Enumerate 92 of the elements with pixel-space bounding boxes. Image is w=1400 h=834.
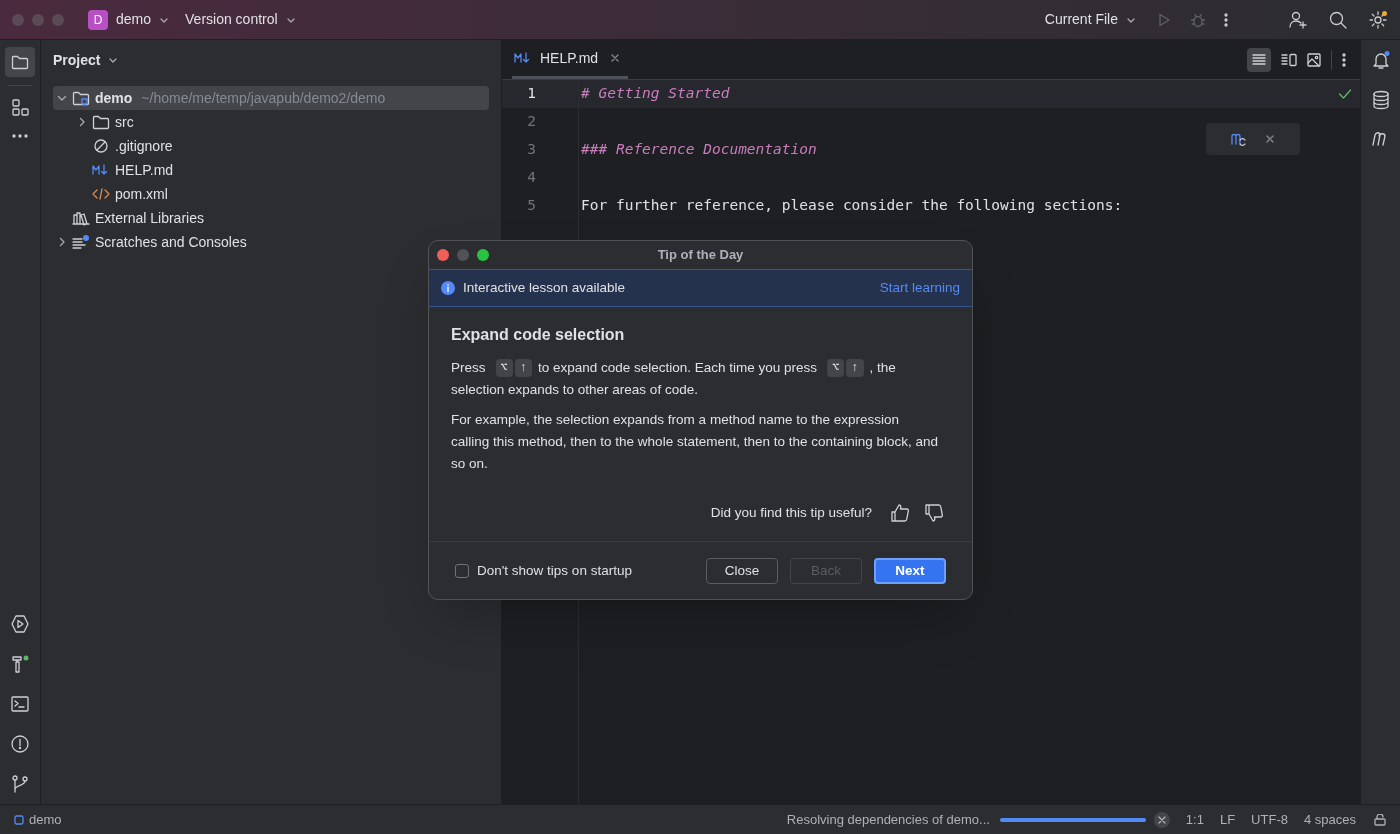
more-icon[interactable]: [1224, 11, 1228, 28]
window-control[interactable]: [437, 249, 449, 261]
window-control[interactable]: [477, 249, 489, 261]
code-line: # Getting Started: [581, 84, 730, 104]
tree-item[interactable]: pom.xml: [53, 182, 489, 206]
editor-view-button[interactable]: [1247, 47, 1271, 72]
folder-icon: [72, 90, 90, 106]
next-button[interactable]: Next: [874, 557, 946, 584]
thumbs-up-icon[interactable]: [890, 503, 910, 524]
build-icon[interactable]: [10, 654, 30, 674]
tree-label: pom.xml: [115, 184, 168, 204]
folder-icon: [92, 114, 110, 130]
more-icon[interactable]: [12, 134, 28, 138]
status-item[interactable]: LF: [1219, 809, 1236, 830]
status-item[interactable]: 4 spaces: [1303, 809, 1356, 830]
info-icon: [441, 281, 455, 295]
check-icon: [1338, 88, 1352, 100]
structure-icon[interactable]: [11, 98, 29, 116]
banner-text: Interactive lesson available: [463, 278, 627, 297]
terminal-icon[interactable]: [10, 694, 30, 714]
feedback-question: Did you find this tip useful?: [710, 504, 872, 522]
status-item[interactable]: UTF-8: [1251, 809, 1288, 830]
tree-item[interactable]: demo ~/home/me/temp/javapub/demo2/demo: [53, 86, 489, 110]
tree-label: Scratches and Consoles: [95, 232, 247, 252]
search-icon[interactable]: [1328, 9, 1348, 30]
tree-item[interactable]: src: [53, 110, 489, 134]
folder-icon: [11, 54, 29, 70]
image-icon[interactable]: [1307, 52, 1321, 67]
chevron-down-icon[interactable]: [57, 93, 67, 103]
tip-text: , the: [868, 359, 897, 377]
ignored-file-icon: [92, 138, 110, 154]
tip-text: to expand code selection. Each time you press: [536, 359, 819, 377]
tree-label: src: [115, 112, 134, 132]
more-icon[interactable]: [1342, 51, 1346, 68]
tree-item[interactable]: .gitignore: [53, 134, 489, 158]
tree-item[interactable]: Scratches and Consoles: [53, 230, 489, 254]
line-number: 1: [502, 80, 578, 108]
line-number: 4: [526, 168, 537, 188]
git-branch-icon[interactable]: [10, 774, 30, 794]
tree-path: ~/home/me/temp/javapub/demo2/demo: [141, 88, 386, 108]
dialog-button[interactable]: Close: [706, 557, 778, 584]
key-cap: ⌥: [495, 359, 513, 377]
breadcrumb[interactable]: demo: [14, 809, 62, 830]
thumbs-down-icon[interactable]: [924, 503, 944, 524]
key-cap: ↑: [846, 359, 864, 377]
project-badge: D: [88, 9, 108, 30]
split-view-icon[interactable]: [1281, 52, 1297, 67]
tree-label: HELP.md: [115, 160, 174, 180]
tree-label: .gitignore: [115, 136, 173, 156]
project-switcher[interactable]: D demo: [88, 9, 170, 30]
code-file-icon: [92, 186, 110, 202]
settings-icon[interactable]: [1368, 9, 1388, 30]
dialog-title: Tip of the Day: [657, 246, 744, 265]
vcs-menu[interactable]: Version control: [185, 9, 296, 30]
library-icon: [72, 210, 90, 226]
run-icon[interactable]: [10, 614, 30, 634]
project-tool-button[interactable]: [5, 47, 35, 77]
line-number: 3: [526, 140, 537, 160]
key-cap: ⌥: [827, 359, 845, 377]
module-icon: [14, 814, 24, 825]
lock-icon[interactable]: [1374, 813, 1386, 826]
line-number: 5: [526, 196, 537, 216]
start-learning-link[interactable]: Start learning: [879, 277, 960, 299]
status-text: Resolving dependencies of demo...: [786, 810, 990, 829]
panel-title[interactable]: Project: [41, 40, 131, 80]
tree-label: External Libraries: [95, 208, 204, 228]
checkbox[interactable]: Don't show tips on startup: [455, 560, 632, 581]
close-icon[interactable]: [610, 53, 621, 63]
run-configuration[interactable]: Current File: [1044, 9, 1136, 30]
tip-text: selection expands to other areas of code.: [451, 381, 698, 399]
close-icon: [1157, 815, 1166, 824]
add-user-icon[interactable]: [1288, 9, 1308, 30]
line-number: 2: [526, 112, 537, 132]
database-icon[interactable]: [1371, 90, 1390, 110]
key-cap: ↑: [514, 359, 532, 377]
tip-heading: Expand code selection: [451, 325, 626, 345]
markdown-icon: [514, 51, 532, 65]
scratches-icon: [72, 234, 90, 250]
chevron-right-icon[interactable]: [57, 237, 67, 247]
code-line: For further reference, please consider the following sections:: [581, 196, 1123, 216]
problems-icon[interactable]: [10, 734, 30, 754]
tree-item[interactable]: HELP.md: [53, 158, 489, 182]
tip-text: Press: [451, 359, 487, 377]
tip-text: For example, the selection expands from a method name to the expression calling this method, then to the whole statement, then to the containing block, and so on.: [451, 411, 940, 473]
lines-icon: [1252, 52, 1266, 67]
tree-item[interactable]: External Libraries: [53, 206, 489, 230]
cancel-button[interactable]: [1153, 811, 1170, 828]
close-icon[interactable]: [1265, 134, 1275, 144]
status-item[interactable]: 1:1: [1185, 809, 1204, 830]
chevron-right-icon[interactable]: [77, 117, 87, 127]
code-line: ### Reference Documentation: [581, 140, 817, 160]
tree-label: demo: [95, 88, 133, 108]
